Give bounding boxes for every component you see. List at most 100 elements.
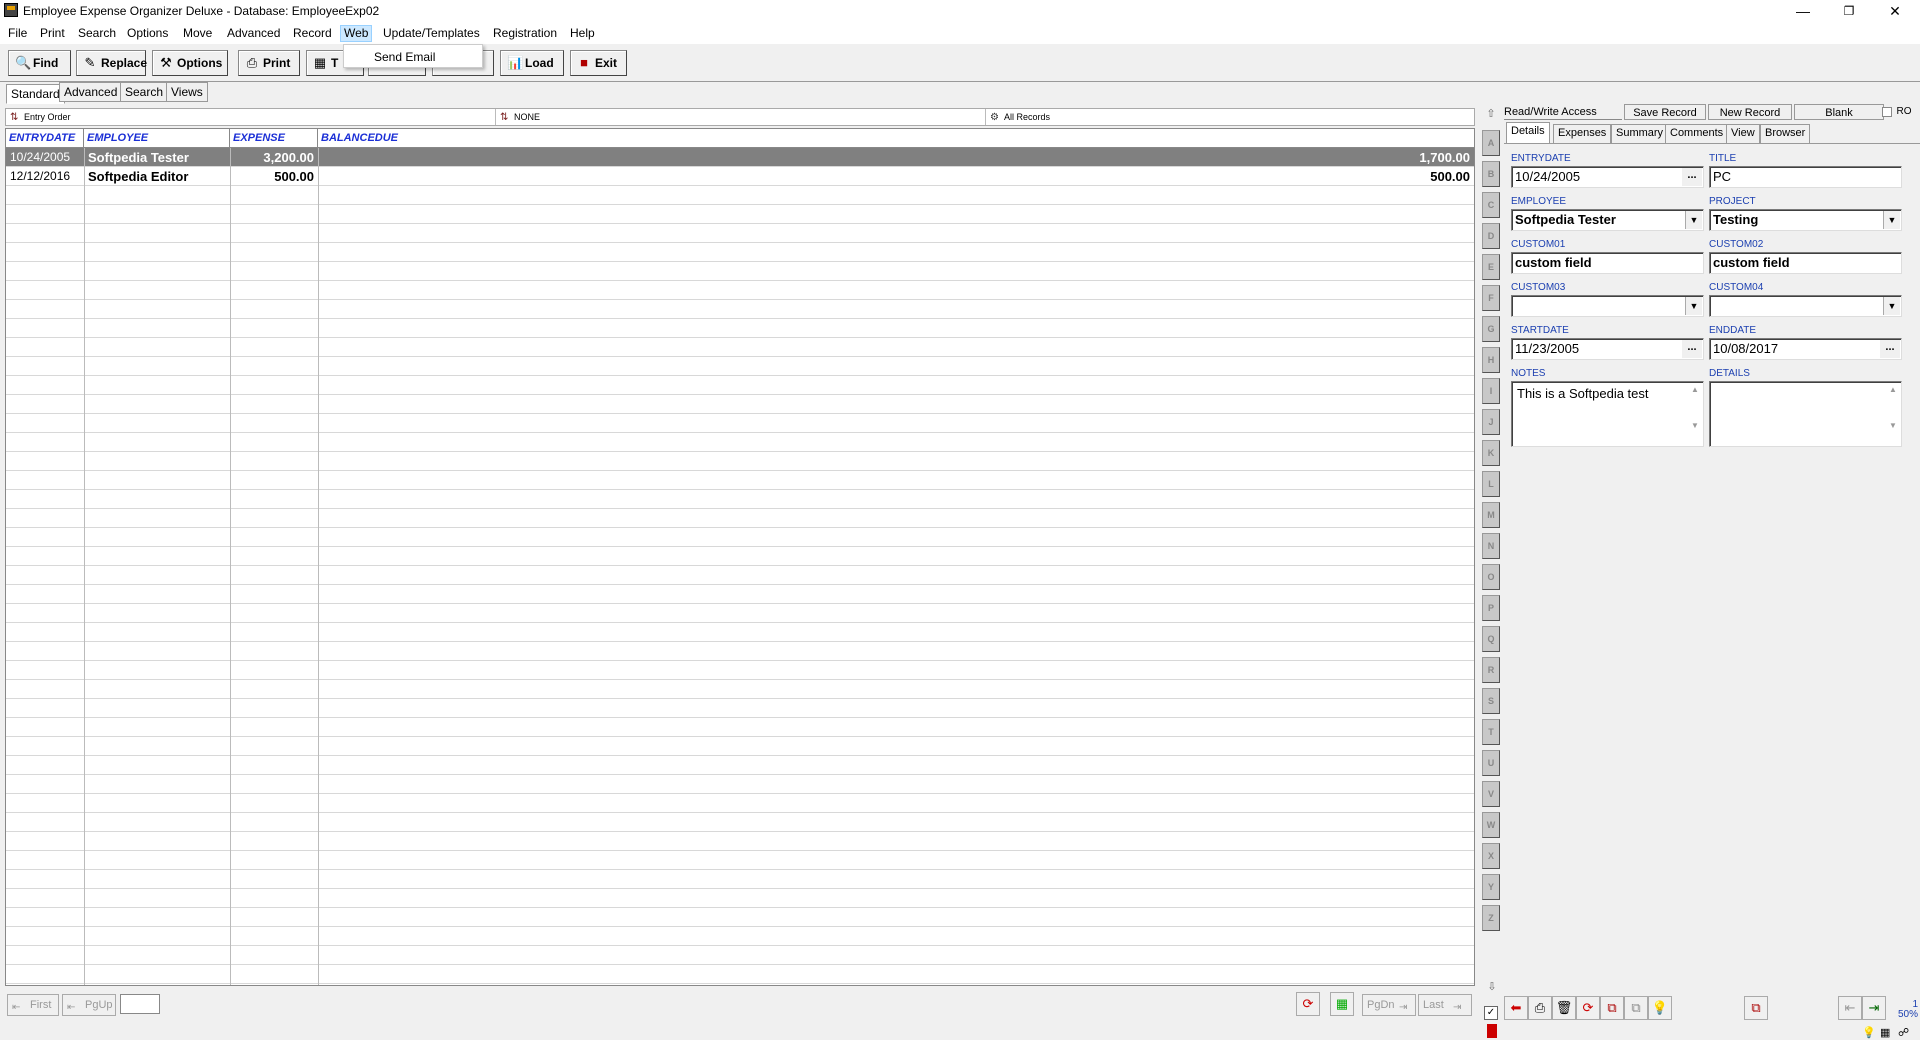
menu-file[interactable]: File (5, 25, 30, 42)
notes-textarea[interactable]: This is a Softpedia test ▲ ▼ (1511, 381, 1704, 447)
tab-expenses[interactable]: Expenses (1553, 124, 1612, 143)
menu-move[interactable]: Move (180, 25, 215, 42)
custom04-dropdown[interactable]: ▼ (1709, 295, 1902, 317)
letter-index-w[interactable]: W (1482, 812, 1500, 838)
menu-advanced[interactable]: Advanced (224, 25, 283, 42)
calculator-icon[interactable]: ▦ (1330, 992, 1354, 1016)
print-record-icon[interactable]: ⎙ (1528, 996, 1552, 1020)
exit-button[interactable]: ■ Exit (570, 50, 627, 76)
letter-index-f[interactable]: F (1482, 285, 1500, 311)
pgup-button[interactable]: ⇤ PgUp (62, 994, 116, 1016)
enddate-field[interactable]: 10/08/2017 ... (1709, 338, 1902, 360)
employee-dropdown[interactable]: Softpedia Tester ▼ (1511, 209, 1704, 231)
scrollbar[interactable]: ▲ ▼ (1689, 384, 1701, 444)
save-record-button[interactable]: Save Record (1624, 104, 1706, 120)
next-record-icon[interactable]: ⇥ (1862, 996, 1886, 1020)
restore-button[interactable]: ❐ (1826, 0, 1872, 22)
last-button[interactable]: Last ⇥ (1418, 994, 1472, 1016)
chevron-down-icon[interactable]: ▼ (1685, 297, 1702, 315)
letter-index-n[interactable]: N (1482, 533, 1500, 559)
menu-options[interactable]: Options (124, 25, 171, 42)
subtab-views[interactable]: Views (166, 82, 208, 102)
send-email-menu-item[interactable]: Send Email (374, 50, 435, 64)
entrydate-field[interactable]: 10/24/2005 ... (1511, 166, 1704, 188)
letter-index-x[interactable]: X (1482, 843, 1500, 869)
column-header-employee[interactable]: EMPLOYEE (84, 129, 230, 148)
menu-print[interactable]: Print (37, 25, 68, 42)
letter-index-q[interactable]: Q (1482, 626, 1500, 652)
letter-index-i[interactable]: I (1482, 378, 1500, 404)
subtab-standard[interactable]: Standard (6, 84, 65, 104)
letter-index-p[interactable]: P (1482, 595, 1500, 621)
close-button[interactable]: ✕ (1872, 0, 1918, 22)
scroll-down-arrow-icon[interactable]: ⇩ (1484, 980, 1500, 996)
letter-index-s[interactable]: S (1482, 688, 1500, 714)
group-selector[interactable]: ⇅ NONE (496, 109, 986, 125)
options-button[interactable]: ⚒ Options (152, 50, 228, 76)
subtab-advanced[interactable]: Advanced (59, 82, 123, 102)
tab-comments[interactable]: Comments (1665, 124, 1729, 143)
previous-record-icon[interactable]: ⇤ (1838, 996, 1862, 1020)
scroll-up-arrow-icon[interactable]: ⇧ (1483, 106, 1499, 122)
title-field[interactable]: PC (1709, 166, 1902, 188)
letter-index-r[interactable]: R (1482, 657, 1500, 683)
menu-registration[interactable]: Registration (490, 25, 560, 42)
check-toggle-checkbox[interactable]: ✓ (1484, 1006, 1498, 1020)
letter-index-l[interactable]: L (1482, 471, 1500, 497)
menu-update-templates[interactable]: Update/Templates (380, 25, 483, 42)
letter-index-t[interactable]: T (1482, 719, 1500, 745)
menu-record[interactable]: Record (290, 25, 335, 42)
export-icon[interactable]: ⧉ (1744, 996, 1768, 1020)
menu-web[interactable]: Web (340, 25, 373, 42)
letter-index-k[interactable]: K (1482, 440, 1500, 466)
pgdn-button[interactable]: PgDn ⇥ (1362, 994, 1416, 1016)
minimize-button[interactable]: — (1780, 0, 1826, 22)
tab-view[interactable]: View (1726, 124, 1760, 143)
menu-help[interactable]: Help (567, 25, 598, 42)
read-only-checkbox[interactable] (1882, 107, 1892, 117)
letter-index-m[interactable]: M (1482, 502, 1500, 528)
paste-record-icon[interactable]: ⧉ (1624, 996, 1648, 1020)
copy-record-icon[interactable]: ⧉ (1600, 996, 1624, 1020)
letter-index-u[interactable]: U (1482, 750, 1500, 776)
record-filter-selector[interactable]: ⚙ All Records (986, 109, 1474, 125)
column-header-expense[interactable]: EXPENSE (230, 129, 318, 148)
refresh-icon[interactable]: ⟳ (1576, 996, 1600, 1020)
date-picker-button[interactable]: ... (1682, 340, 1702, 358)
tip-lightbulb-icon[interactable]: 💡 (1862, 1026, 1876, 1039)
letter-index-z[interactable]: Z (1482, 905, 1500, 931)
first-button[interactable]: ⇤ First (7, 994, 59, 1016)
tab-browser[interactable]: Browser (1760, 124, 1811, 143)
letter-index-j[interactable]: J (1482, 409, 1500, 435)
letter-index-d[interactable]: D (1482, 223, 1500, 249)
lightbulb-icon[interactable]: 💡 (1648, 996, 1672, 1020)
custom02-field[interactable]: custom field (1709, 252, 1902, 274)
load-button[interactable]: 📊 Load (500, 50, 564, 76)
replace-button[interactable]: ✎ Replace (76, 50, 147, 76)
scrollbar[interactable]: ▲ ▼ (1887, 384, 1899, 444)
column-header-entrydate[interactable]: ENTRYDATE (6, 129, 84, 148)
letter-index-c[interactable]: C (1482, 192, 1500, 218)
find-button[interactable]: 🔍 Find (8, 50, 71, 76)
column-header-balancedue[interactable]: BALANCEDUE (318, 129, 1474, 148)
date-picker-button[interactable]: ... (1682, 168, 1702, 186)
back-arrow-icon[interactable]: ⬅ (1504, 996, 1528, 1020)
letter-index-y[interactable]: Y (1482, 874, 1500, 900)
menu-search[interactable]: Search (75, 25, 119, 42)
table-row[interactable]: 10/24/2005 Softpedia Tester 3,200.00 1,7… (6, 148, 1474, 167)
startdate-field[interactable]: 11/23/2005 ... (1511, 338, 1704, 360)
project-dropdown[interactable]: Testing ▼ (1709, 209, 1902, 231)
custom01-field[interactable]: custom field (1511, 252, 1704, 274)
letter-index-h[interactable]: H (1482, 347, 1500, 373)
letter-index-v[interactable]: V (1482, 781, 1500, 807)
tab-summary[interactable]: Summary (1611, 124, 1669, 143)
custom03-dropdown[interactable]: ▼ (1511, 295, 1704, 317)
chevron-down-icon[interactable]: ▼ (1883, 297, 1900, 315)
details-textarea[interactable]: ▲ ▼ (1709, 381, 1902, 447)
sort-order-selector[interactable]: ⇅ Entry Order (6, 109, 496, 125)
refresh-icon[interactable]: ⟳ (1296, 992, 1320, 1016)
letter-index-o[interactable]: O (1482, 564, 1500, 590)
letter-index-e[interactable]: E (1482, 254, 1500, 280)
date-picker-button[interactable]: ... (1880, 340, 1900, 358)
chevron-down-icon[interactable]: ▼ (1685, 211, 1702, 229)
